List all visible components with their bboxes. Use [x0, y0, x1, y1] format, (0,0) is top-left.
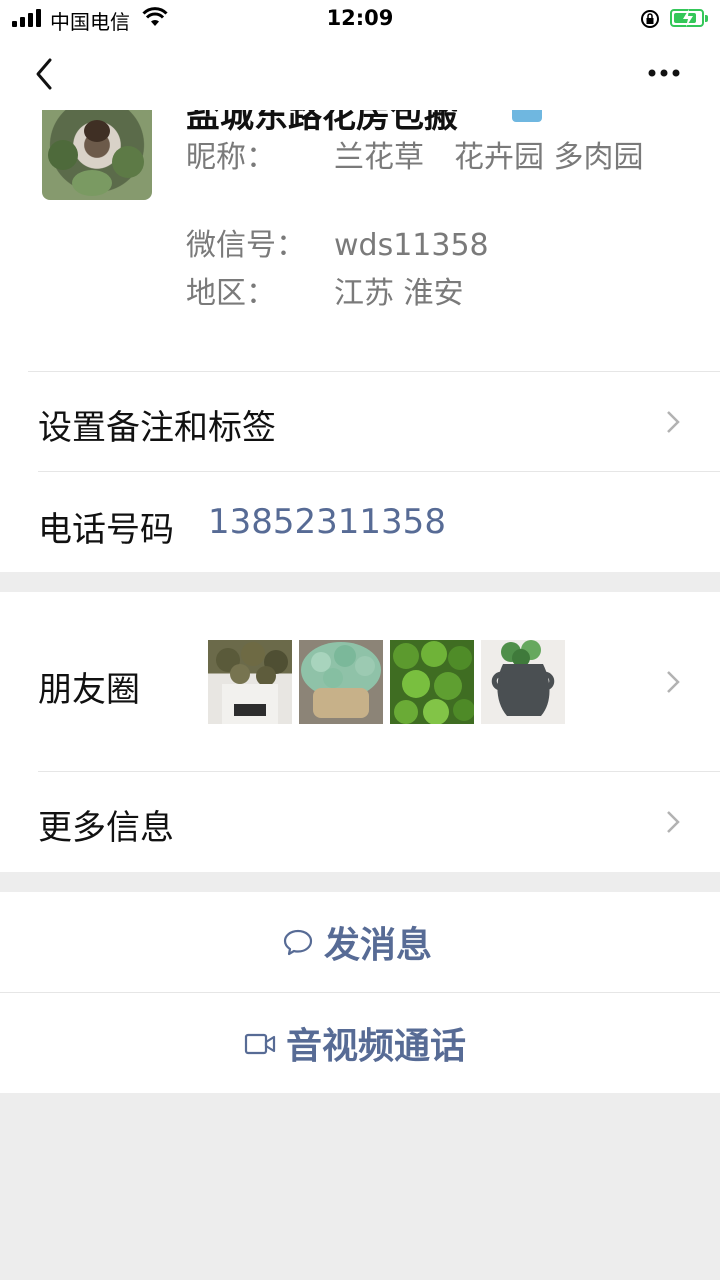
- chevron-right-icon: [667, 671, 680, 693]
- divider: [0, 992, 720, 993]
- nav-bar: [0, 40, 720, 110]
- divider: [38, 771, 720, 772]
- region-value: 江苏 淮安: [334, 276, 464, 311]
- chevron-right-icon: [667, 811, 680, 833]
- more-dots-icon[interactable]: [644, 58, 684, 88]
- moments-thumbnail: [481, 640, 565, 724]
- more-info-label: 更多信息: [38, 808, 174, 848]
- phone-number-label: 电话号码: [38, 510, 174, 550]
- wechat-id-row: 微信号： wds11358: [186, 226, 686, 266]
- moments-thumbnail: [208, 640, 292, 724]
- display-name: 盐城东路花房包搬: [186, 110, 458, 136]
- set-remarks-tags-label: 设置备注和标签: [38, 408, 276, 448]
- nickname-value: 兰花草 花卉园 多肉园: [334, 140, 644, 175]
- contact-profile-page: 中国电信 12:09 盐城东路花房包搬 昵称： 兰花草 花卉园 多肉园 微信号：…: [0, 0, 720, 1280]
- wechat-id-label: 微信号：: [186, 228, 306, 263]
- status-time: 12:09: [326, 6, 394, 30]
- video-camera-icon: [244, 1033, 276, 1055]
- rotation-lock-icon: [641, 10, 659, 28]
- nickname-label: 昵称：: [186, 140, 276, 175]
- chat-bubble-icon: [283, 929, 313, 956]
- profile-card: 盐城东路花房包搬 昵称： 兰花草 花卉园 多肉园 微信号： wds11358 地…: [0, 110, 720, 372]
- divider: [38, 471, 720, 472]
- send-message-button[interactable]: 发消息: [0, 892, 720, 992]
- nickname-row: 昵称： 兰花草 花卉园 多肉园: [186, 138, 686, 228]
- video-call-label: 音视频通话: [286, 1026, 467, 1067]
- phone-number-row: 电话号码 13852311358: [0, 472, 720, 572]
- back-chevron-icon[interactable]: [30, 56, 60, 92]
- phone-number-value[interactable]: 13852311358: [208, 502, 446, 542]
- region-row: 地区： 江苏 淮安: [186, 274, 686, 314]
- moments-thumbnail: [299, 640, 383, 724]
- avatar[interactable]: [42, 110, 152, 200]
- wechat-id-value[interactable]: wds11358: [334, 226, 664, 266]
- video-call-button[interactable]: 音视频通话: [0, 993, 720, 1093]
- more-info-row[interactable]: 更多信息: [0, 772, 720, 872]
- moments-thumbnail: [390, 640, 474, 724]
- set-remarks-tags-row[interactable]: 设置备注和标签: [0, 372, 720, 472]
- send-message-label: 发消息: [324, 925, 433, 966]
- status-bar: 中国电信 12:09: [0, 0, 720, 40]
- battery-charging-icon: [670, 9, 708, 27]
- region-label: 地区：: [186, 276, 276, 311]
- chevron-right-icon: [667, 411, 680, 433]
- moments-row[interactable]: 朋友圈: [0, 592, 720, 772]
- moments-label: 朋友圈: [38, 670, 140, 710]
- verified-badge-icon: [512, 110, 542, 122]
